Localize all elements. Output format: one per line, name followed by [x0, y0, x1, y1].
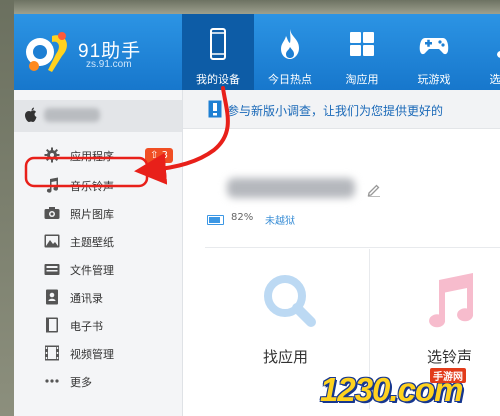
survey-text: 参与新版小调查，让我们为您提供更好的: [227, 104, 444, 118]
tab-label: 选音乐: [489, 73, 500, 86]
flame-icon: [281, 29, 299, 59]
sidebar-item-apps[interactable]: 应用程序 ⇧ 3: [14, 142, 182, 168]
search-icon[interactable]: [259, 270, 319, 330]
device-row[interactable]: [14, 100, 182, 132]
sidebar-item-videos[interactable]: 视频管理: [14, 340, 182, 366]
camera-icon: [44, 207, 60, 219]
sidebar-item-label: 电子书: [70, 320, 103, 333]
sidebar: 应用程序 ⇧ 3 音乐铃声 照片图库 主题壁纸 文件管理 通讯录 电子书 视频管…: [14, 90, 183, 416]
device-title-blurred: [227, 178, 355, 198]
app-window: 91助手 zs.91.com 我的设备 今日热点 淘应用 玩游戏 选 应用程序 …: [14, 14, 500, 416]
tab-label: 玩游戏: [417, 73, 451, 86]
phone-icon: [210, 28, 226, 60]
folder-icon: [44, 264, 60, 275]
sidebar-item-label: 视频管理: [70, 348, 114, 361]
tab-label: 淘应用: [345, 73, 379, 86]
update-badge: ⇧ 3: [145, 148, 173, 163]
sidebar-item-wallpaper[interactable]: 主题壁纸: [14, 228, 182, 254]
update-count: 3: [161, 150, 168, 161]
battery-icon: [207, 215, 224, 225]
desktop-background: [0, 0, 500, 14]
sidebar-item-label: 文件管理: [70, 264, 114, 277]
tab-label: 今日热点: [268, 73, 312, 86]
app-logo: [26, 32, 67, 72]
music-note-icon: [497, 51, 500, 58]
edit-pencil-icon[interactable]: [367, 183, 381, 197]
film-icon: [45, 345, 59, 361]
tab-my-device[interactable]: 我的设备: [182, 14, 254, 90]
tab-today-hot[interactable]: 今日热点: [254, 14, 326, 90]
survey-banner[interactable]: 参与新版小调查，让我们为您提供更好的: [183, 90, 500, 129]
sidebar-item-contacts[interactable]: 通讯录: [14, 284, 182, 310]
sidebar-item-more[interactable]: 更多: [14, 368, 182, 394]
tab-music[interactable]: 选音乐: [470, 14, 500, 90]
sidebar-item-label: 主题壁纸: [70, 236, 114, 249]
jailbreak-status[interactable]: 未越狱: [265, 212, 295, 227]
book-icon: [46, 317, 58, 333]
divider: [205, 247, 500, 248]
site-watermark: 1230.com 手游网: [306, 366, 500, 416]
sidebar-item-label: 应用程序: [70, 150, 114, 163]
music-note-icon: [46, 177, 59, 193]
desktop-background-left: [0, 0, 14, 416]
tab-games[interactable]: 玩游戏: [398, 14, 470, 90]
sidebar-item-label: 音乐铃声: [70, 180, 114, 193]
sidebar-item-photos[interactable]: 照片图库: [14, 200, 182, 226]
music-note-icon[interactable]: [419, 270, 479, 330]
sidebar-item-label: 更多: [70, 376, 92, 389]
gear-icon: [44, 147, 60, 163]
more-dots-icon: [45, 379, 59, 383]
top-navigation-bar: 91助手 zs.91.com 我的设备 今日热点 淘应用 玩游戏 选: [14, 14, 500, 90]
sidebar-item-music[interactable]: 音乐铃声: [14, 172, 182, 198]
wallpaper-icon: [44, 234, 60, 248]
tab-label: 我的设备: [196, 73, 240, 86]
contacts-icon: [46, 289, 58, 305]
find-apps-label[interactable]: 找应用: [263, 346, 308, 367]
sidebar-item-label: 照片图库: [70, 208, 114, 221]
gamepad-icon: [419, 38, 449, 55]
choose-ringtone-label[interactable]: 选铃声: [427, 346, 472, 367]
sidebar-item-files[interactable]: 文件管理: [14, 256, 182, 282]
survey-icon: [208, 100, 222, 118]
watermark-sub: 手游网: [430, 368, 466, 383]
sidebar-item-label: 通讯录: [70, 292, 103, 305]
device-name-blurred: [44, 108, 100, 122]
apple-icon: [25, 107, 37, 122]
tab-apps[interactable]: 淘应用: [326, 14, 398, 90]
apps-grid-icon: [350, 32, 374, 56]
battery-fill: [209, 217, 220, 223]
sidebar-item-ebooks[interactable]: 电子书: [14, 312, 182, 338]
battery-percent: 82%: [231, 212, 254, 223]
brand-url: zs.91.com: [86, 59, 132, 70]
